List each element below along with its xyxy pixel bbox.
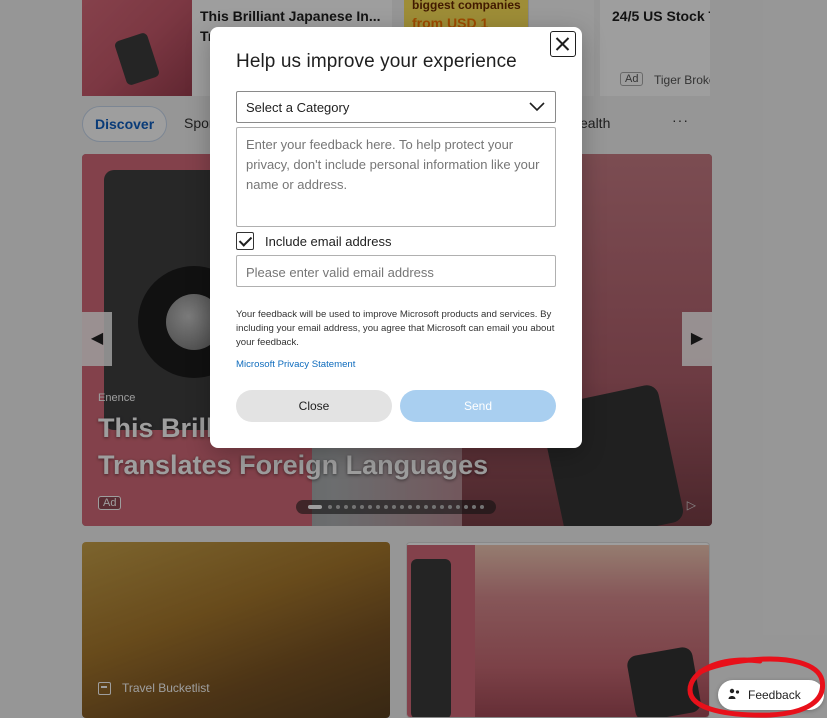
- dialog-title: Help us improve your experience: [236, 51, 517, 72]
- send-button[interactable]: Send: [400, 390, 556, 422]
- privacy-statement-link[interactable]: Microsoft Privacy Statement: [236, 359, 355, 370]
- feedback-button[interactable]: Feedback: [718, 680, 824, 710]
- close-icon[interactable]: [550, 31, 576, 57]
- feedback-textarea[interactable]: Enter your feedback here. To help protec…: [236, 127, 556, 227]
- email-placeholder: Please enter valid email address: [246, 265, 434, 280]
- feedback-label: Feedback: [748, 688, 801, 702]
- chevron-down-icon: [529, 102, 545, 112]
- feedback-person-icon: [728, 688, 740, 699]
- feedback-disclaimer: Your feedback will be used to improve Mi…: [236, 309, 555, 348]
- feedback-placeholder: Enter your feedback here. To help protec…: [246, 137, 540, 192]
- feedback-dialog: Help us improve your experience Select a…: [210, 27, 582, 448]
- include-email-label[interactable]: Include email address: [265, 234, 391, 249]
- close-button[interactable]: Close: [236, 390, 392, 422]
- email-field[interactable]: Please enter valid email address: [236, 255, 556, 287]
- category-select-value: Select a Category: [246, 100, 350, 115]
- include-email-checkbox[interactable]: [236, 232, 254, 250]
- category-select[interactable]: Select a Category: [236, 91, 556, 123]
